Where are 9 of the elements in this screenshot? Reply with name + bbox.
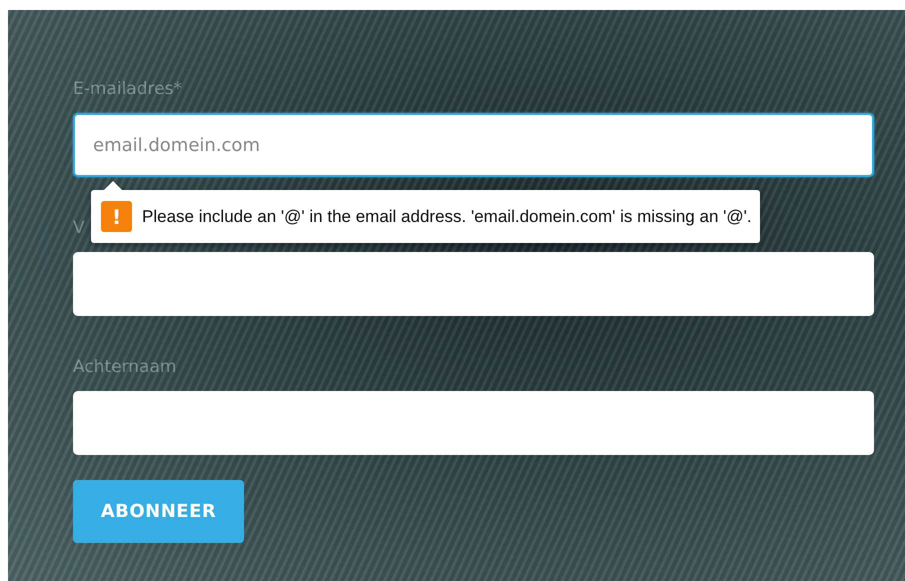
field-label: Achternaam bbox=[73, 356, 176, 378]
input-field[interactable] bbox=[73, 252, 874, 316]
input-field[interactable]: email.domein.com bbox=[73, 113, 874, 177]
warning-icon: ! bbox=[101, 201, 132, 232]
input-field[interactable] bbox=[73, 391, 874, 455]
field-label: V bbox=[73, 217, 85, 239]
subscribe-button[interactable]: ABONNEER bbox=[73, 480, 244, 543]
validation-message: Please include an '@' in the email address. 'email.domein.com' is missing an '@'. bbox=[142, 206, 752, 226]
field-label: E-mailadres* bbox=[73, 78, 182, 100]
